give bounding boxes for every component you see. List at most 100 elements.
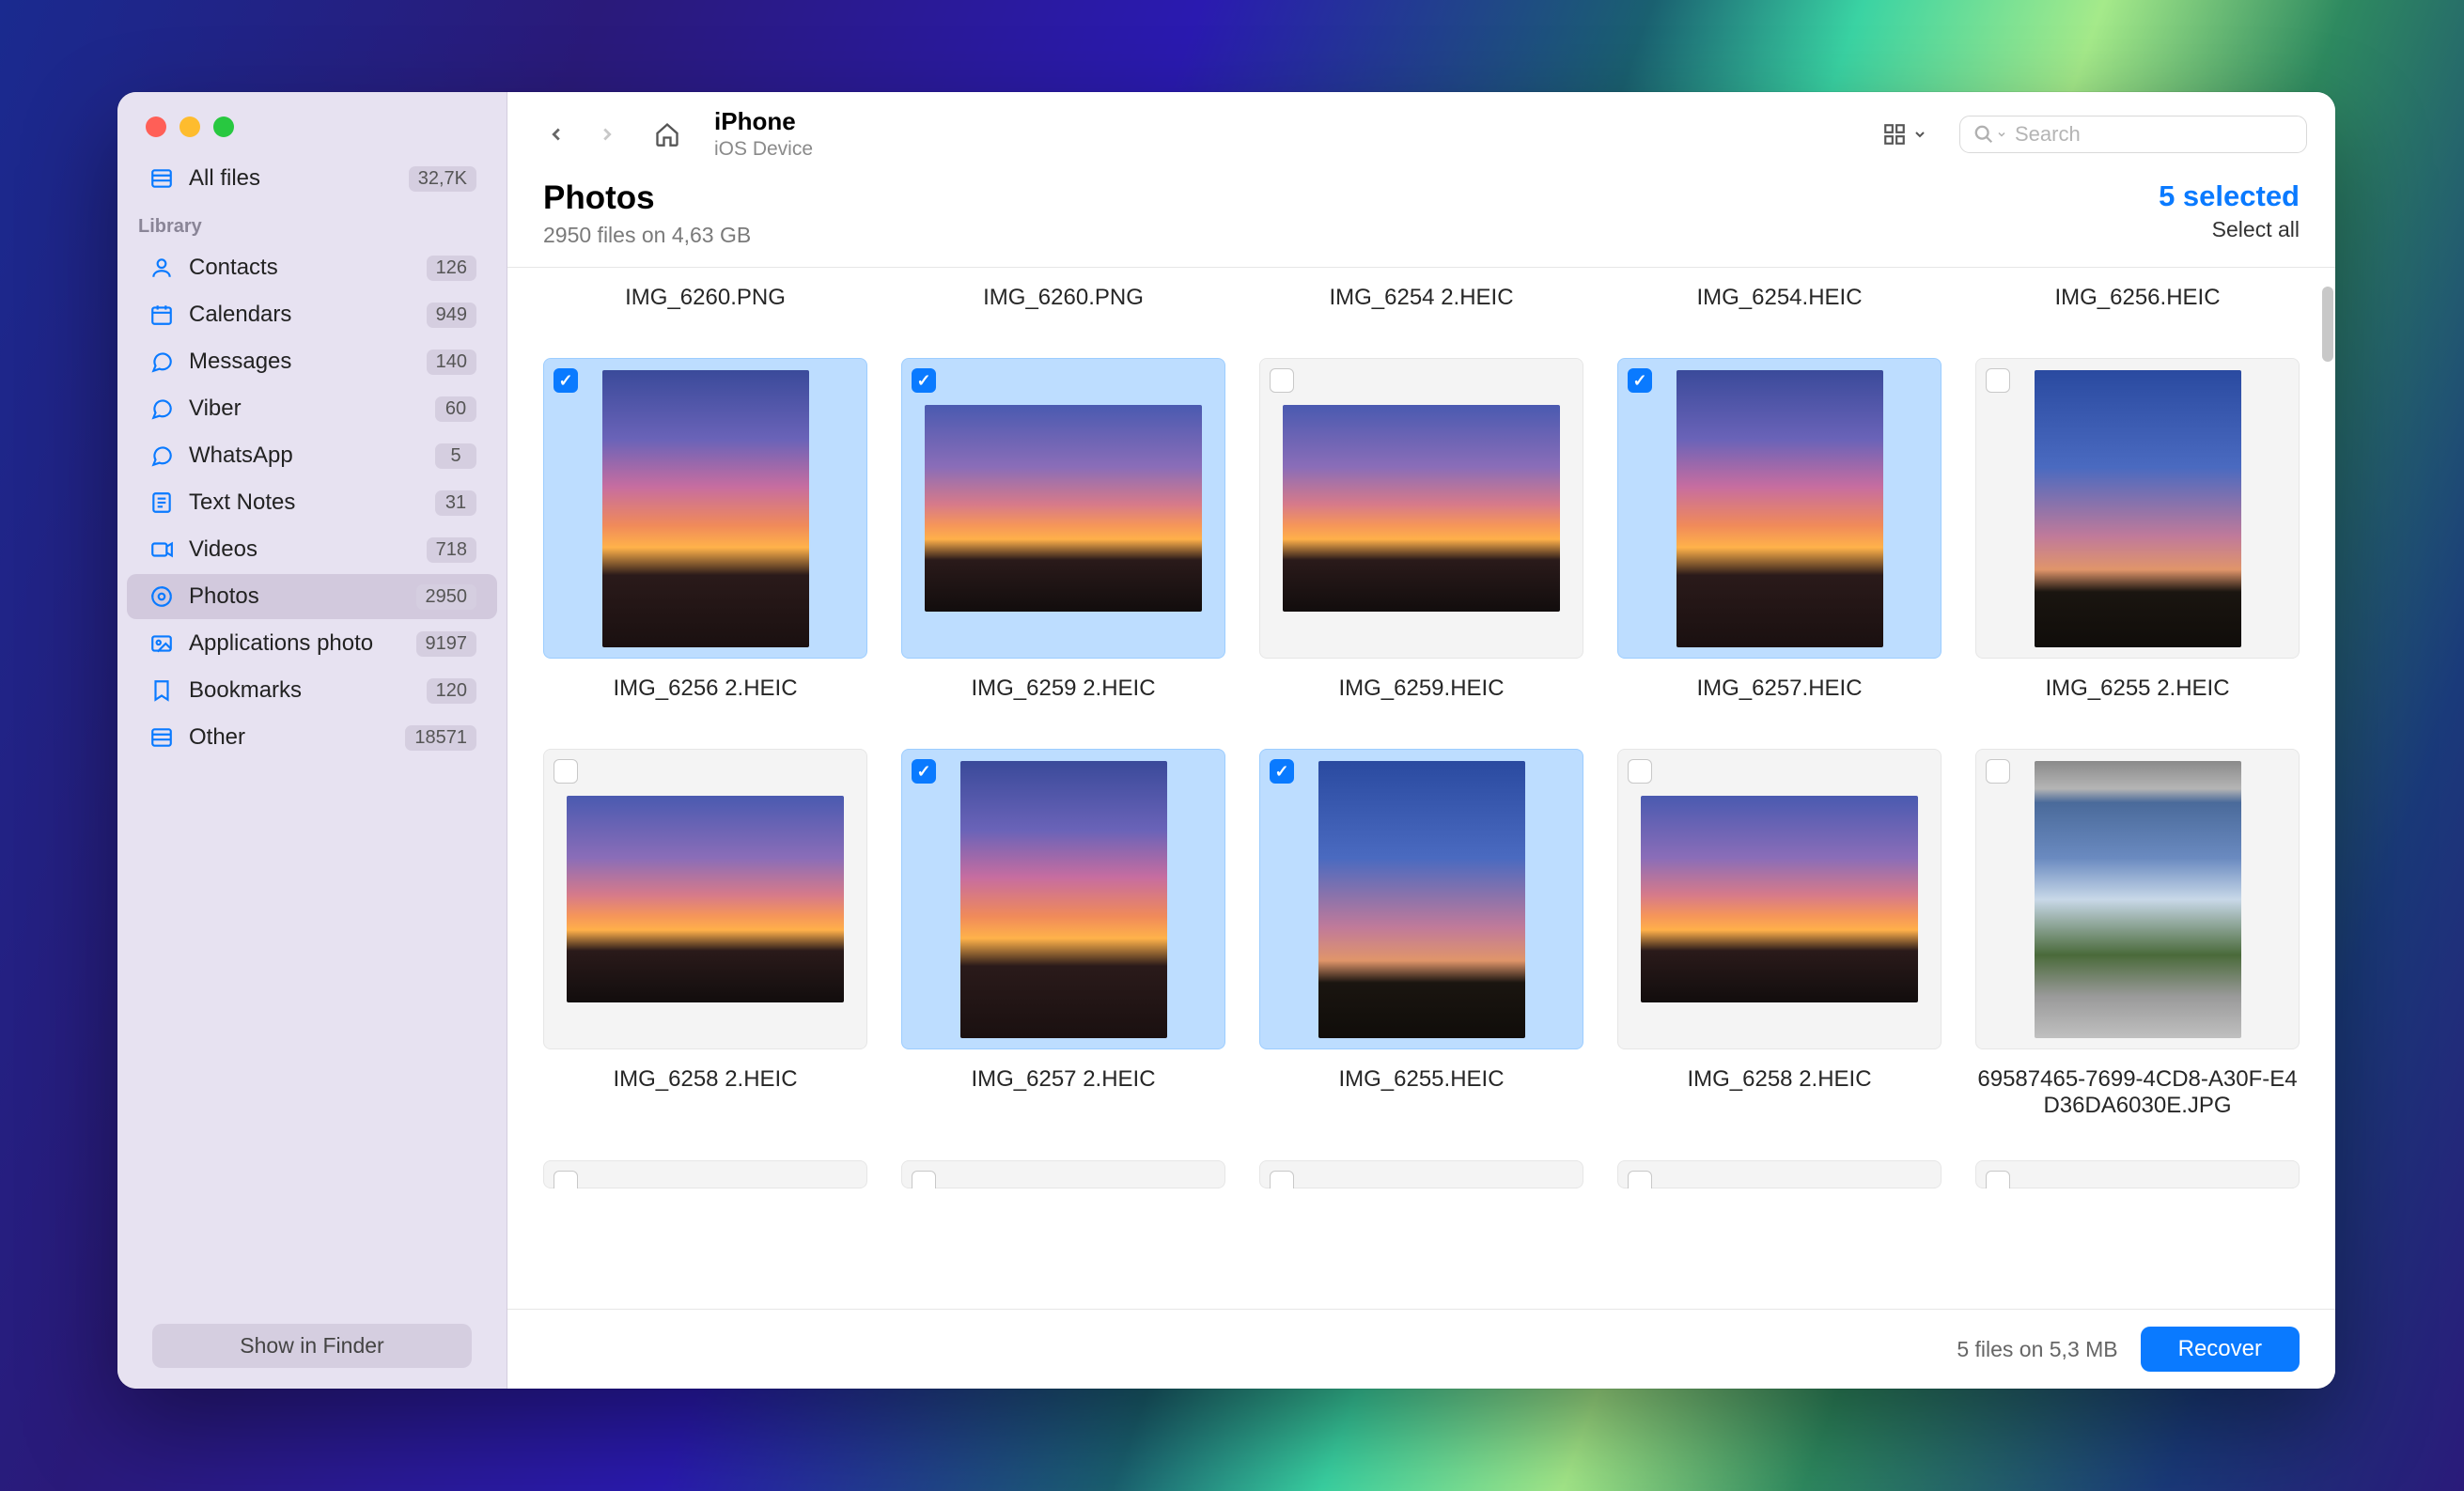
sidebar-item-other[interactable]: Other18571 (127, 715, 497, 760)
photo-filename[interactable]: IMG_6255.HEIC (1259, 1063, 1583, 1123)
photo-checkbox[interactable] (1986, 1171, 2010, 1188)
photo-checkbox[interactable] (912, 1171, 936, 1188)
breadcrumb: iPhone iOS Device (714, 107, 813, 161)
sidebar-item-label: WhatsApp (189, 443, 435, 469)
photo-checkbox[interactable] (1986, 368, 2010, 393)
photo-card[interactable] (1617, 358, 1942, 659)
app-window: All files 32,7K Library Contacts126Calen… (117, 92, 2335, 1389)
photo-checkbox[interactable] (1628, 1171, 1652, 1188)
photo-card[interactable] (543, 1160, 867, 1188)
photo-checkbox[interactable] (1270, 759, 1294, 784)
sidebar-item-allfiles[interactable]: All files 32,7K (127, 156, 497, 201)
photo-card[interactable] (1617, 1160, 1942, 1188)
window-controls (117, 92, 507, 154)
search-field[interactable] (1959, 116, 2307, 153)
contacts-icon (148, 254, 176, 282)
photo-checkbox[interactable] (554, 759, 578, 784)
photo-checkbox[interactable] (554, 368, 578, 393)
photo-card[interactable] (1259, 749, 1583, 1049)
view-mode-switch[interactable] (1873, 116, 1937, 152)
photo-card[interactable] (1975, 749, 2300, 1049)
photo-card[interactable] (1259, 358, 1583, 659)
sidebar: All files 32,7K Library Contacts126Calen… (117, 92, 507, 1389)
sidebar-item-viber[interactable]: Viber60 (127, 386, 497, 431)
photo-filename[interactable]: IMG_6254.HEIC (1617, 281, 1942, 315)
sidebar-item-whatsapp[interactable]: WhatsApp5 (127, 433, 497, 478)
nav-forward-button[interactable] (586, 114, 628, 155)
nav-back-button[interactable] (536, 114, 577, 155)
page-subtitle: 2950 files on 4,63 GB (543, 223, 751, 248)
photo-checkbox[interactable] (1986, 759, 2010, 784)
sidebar-item-label: Videos (189, 536, 427, 563)
photo-filename[interactable]: IMG_6256 2.HEIC (543, 672, 867, 706)
photo-card[interactable] (901, 358, 1225, 659)
search-input[interactable] (2015, 122, 2293, 147)
photo-checkbox[interactable] (1270, 368, 1294, 393)
photo-filename[interactable]: IMG_6258 2.HEIC (543, 1063, 867, 1123)
photo-card[interactable] (1975, 1160, 2300, 1188)
photo-filename[interactable]: 69587465-7699-4CD8-A30F-E4D36DA6030E.JPG (1975, 1063, 2300, 1123)
photo-filename[interactable]: IMG_6260.PNG (901, 281, 1225, 315)
sidebar-item-contacts[interactable]: Contacts126 (127, 245, 497, 290)
sidebar-item-badge: 949 (427, 303, 476, 328)
photo-checkbox[interactable] (554, 1171, 578, 1188)
photo-filename[interactable]: IMG_6260.PNG (543, 281, 867, 315)
photo-filename[interactable]: IMG_6258 2.HEIC (1617, 1063, 1942, 1123)
sidebar-item-calendars[interactable]: Calendars949 (127, 292, 497, 337)
photo-filename[interactable]: IMG_6254 2.HEIC (1259, 281, 1583, 315)
photo-filename[interactable]: IMG_6257.HEIC (1617, 672, 1942, 706)
photo-filename[interactable]: IMG_6259 2.HEIC (901, 672, 1225, 706)
sidebar-item-bookmarks[interactable]: Bookmarks120 (127, 668, 497, 713)
sidebar-item-label: All files (189, 165, 409, 192)
photo-checkbox[interactable] (912, 368, 936, 393)
sidebar-item-label: Contacts (189, 255, 427, 281)
sidebar-item-messages[interactable]: Messages140 (127, 339, 497, 384)
sidebar-item-badge: 2950 (416, 584, 477, 610)
photo-checkbox[interactable] (912, 759, 936, 784)
maximize-button[interactable] (213, 116, 234, 137)
selection-count: 5 selected (2159, 179, 2300, 213)
main-panel: iPhone iOS Device Photos 2950 files on 4… (507, 92, 2335, 1389)
viber-icon (148, 395, 176, 423)
messages-icon (148, 348, 176, 376)
photo-card[interactable] (543, 749, 867, 1049)
photo-card[interactable] (543, 358, 867, 659)
close-button[interactable] (146, 116, 166, 137)
photo-card[interactable] (1617, 749, 1942, 1049)
photo-filename[interactable]: IMG_6257 2.HEIC (901, 1063, 1225, 1123)
sidebar-item-appsphoto[interactable]: Applications photo9197 (127, 621, 497, 666)
photo-checkbox[interactable] (1628, 368, 1652, 393)
chevron-down-icon (1912, 127, 1927, 142)
sidebar-item-badge: 60 (435, 396, 476, 422)
photos-icon (148, 582, 176, 611)
photo-card[interactable] (901, 1160, 1225, 1188)
photo-checkbox[interactable] (1628, 759, 1652, 784)
home-button[interactable] (647, 114, 688, 155)
photo-card[interactable] (901, 749, 1225, 1049)
sidebar-item-textnotes[interactable]: Text Notes31 (127, 480, 497, 525)
sidebar-item-photos[interactable]: Photos2950 (127, 574, 497, 619)
minimize-button[interactable] (179, 116, 200, 137)
sidebar-item-label: Calendars (189, 302, 427, 328)
sidebar-item-badge: 120 (427, 678, 476, 704)
photo-checkbox[interactable] (1270, 1171, 1294, 1188)
photo-thumbnail (1641, 796, 1918, 1002)
photo-filename[interactable]: IMG_6256.HEIC (1975, 281, 2300, 315)
show-in-finder-button[interactable]: Show in Finder (152, 1324, 472, 1368)
photo-filename[interactable]: IMG_6259.HEIC (1259, 672, 1583, 706)
photo-thumbnail (2035, 761, 2241, 1038)
photo-card[interactable] (1975, 358, 2300, 659)
select-all-button[interactable]: Select all (2159, 217, 2300, 242)
photo-thumbnail (1318, 761, 1525, 1038)
recover-button[interactable]: Recover (2141, 1327, 2300, 1372)
sidebar-item-videos[interactable]: Videos718 (127, 527, 497, 572)
footer: 5 files on 5,3 MB Recover (507, 1309, 2335, 1389)
photo-card[interactable] (1259, 1160, 1583, 1188)
photo-thumbnail (602, 370, 809, 647)
search-icon (1973, 124, 1994, 145)
photo-filename[interactable]: IMG_6255 2.HEIC (1975, 672, 2300, 706)
photo-grid[interactable]: IMG_6260.PNG IMG_6260.PNG IMG_6254 2.HEIC I… (507, 268, 2335, 1309)
photo-thumbnail (960, 761, 1167, 1038)
photo-thumbnail (925, 405, 1202, 612)
scrollbar-thumb[interactable] (2322, 287, 2333, 362)
